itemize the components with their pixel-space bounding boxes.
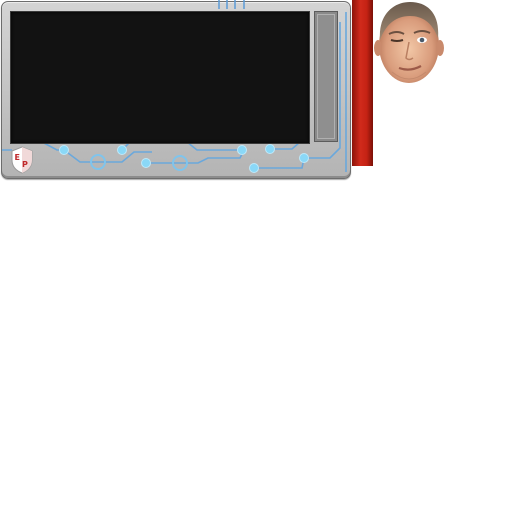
svg-text:E: E <box>15 153 20 162</box>
display-screen <box>10 11 310 144</box>
circuit-node <box>59 145 69 155</box>
face-avatar-icon <box>374 2 444 83</box>
red-side-bar <box>352 0 373 166</box>
svg-text:P: P <box>22 160 28 169</box>
shield-logo-icon: E P <box>11 146 33 174</box>
circuit-node <box>237 145 247 155</box>
circuit-node <box>117 145 127 155</box>
stage: E P <box>0 0 512 512</box>
circuit-node <box>141 158 151 168</box>
circuit-node <box>265 144 275 154</box>
scrollbar[interactable] <box>314 11 338 142</box>
circuit-node <box>299 153 309 163</box>
scroll-thumb[interactable] <box>317 14 335 139</box>
device-panel: E P <box>1 1 351 179</box>
circuit-node <box>249 163 259 173</box>
